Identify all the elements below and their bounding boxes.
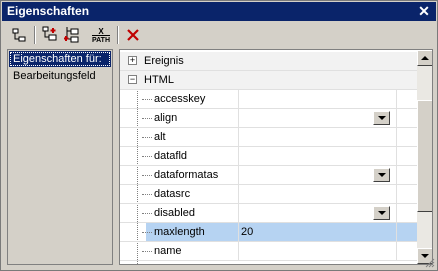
scroll-thumb[interactable] [417,100,432,212]
delete-button[interactable] [122,25,144,45]
group-row-html[interactable]: − HTML [120,71,417,90]
resize-grip-icon[interactable] [425,258,435,268]
delete-icon [127,29,139,41]
expand-icon[interactable]: + [128,56,137,65]
chevron-down-icon [377,211,386,215]
properties-window: Eigenschaften ✕ X PATH Eigenschaften für… [0,0,438,271]
property-row-datasrc[interactable]: datasrc [120,185,417,204]
property-row-disabled[interactable]: disabled [120,204,417,223]
dropdown-button[interactable] [373,206,390,220]
vertical-scrollbar[interactable] [417,50,432,264]
context-item-properties-for[interactable]: Eigenschaften für: [9,51,111,67]
property-name: dataformatas [154,169,219,181]
property-row-alt[interactable]: alt [120,128,417,147]
property-extra-cell [396,90,417,108]
property-name: align [154,112,178,124]
title-bar[interactable]: Eigenschaften ✕ [2,2,436,21]
property-row-datafld[interactable]: datafld [120,147,417,166]
property-extra-cell [396,242,417,260]
collapse-icon[interactable]: − [128,75,137,84]
close-icon: ✕ [418,3,430,19]
tree-dots [142,99,152,100]
tree-view-button[interactable] [8,25,30,45]
property-name: name [154,245,182,257]
tree-view-icon [12,28,26,42]
toolbar: X PATH [2,22,436,48]
property-name: datasrc [154,188,191,200]
svg-text:PATH: PATH [92,37,110,44]
property-value[interactable]: 20 [238,223,396,241]
property-name: alt [154,131,166,143]
tree-dots [142,137,152,138]
group-label: Ereignis [144,55,184,67]
add-after-button[interactable] [62,25,84,45]
tree-dots [142,251,152,252]
property-row-align[interactable]: align [120,109,417,128]
property-extra-cell [396,223,417,241]
property-value[interactable] [238,128,396,146]
chevron-down-icon [377,173,386,177]
property-name: accesskey [154,93,206,105]
chevron-down-icon [377,116,386,120]
tree-dots [142,175,152,176]
tree-dots [142,194,152,195]
property-extra-cell [396,109,417,127]
scroll-up-button[interactable] [417,50,432,66]
property-name: maxlength [154,223,209,241]
property-value[interactable] [238,90,396,108]
window-title: Eigenschaften [7,4,90,18]
property-extra-cell [396,185,417,203]
property-name: disabled [154,207,195,219]
property-name: datafld [154,150,188,162]
dropdown-button[interactable] [373,168,390,182]
property-value[interactable] [238,242,396,260]
xpath-icon: X PATH [89,26,113,44]
context-list: Eigenschaften für: Bearbeitungsfeld [7,49,113,265]
context-item-edit-field[interactable]: Bearbeitungsfeld [9,68,111,84]
property-row-accesskey[interactable]: accesskey [120,90,417,109]
tree-dots [142,118,152,119]
group-row-events[interactable]: + Ereignis [120,52,417,71]
toolbar-separator [34,26,36,44]
close-button[interactable]: ✕ [416,3,432,19]
dropdown-button[interactable] [373,111,390,125]
tree-dots [142,156,152,157]
property-row-name[interactable]: name [120,242,417,261]
property-grid: + Ereignis − HTML accesskey align alt da… [119,49,433,265]
property-extra-cell [396,147,417,165]
xpath-button[interactable]: X PATH [88,25,114,45]
arrow-up-icon [421,56,429,60]
property-row-dataformatas[interactable]: dataformatas [120,166,417,185]
add-before-button[interactable] [40,25,62,45]
property-extra-cell [396,204,417,222]
property-extra-cell [396,128,417,146]
toolbar-separator [117,26,119,44]
add-after-icon [64,27,79,43]
svg-text:X: X [98,27,104,36]
property-value[interactable] [238,185,396,203]
property-value[interactable] [238,147,396,165]
add-before-icon [42,26,57,41]
tree-dots [142,213,152,214]
tree-dots [142,232,152,233]
group-label: HTML [144,74,174,86]
property-row-maxlength[interactable]: maxlength 20 [120,223,417,242]
property-extra-cell [396,166,417,184]
